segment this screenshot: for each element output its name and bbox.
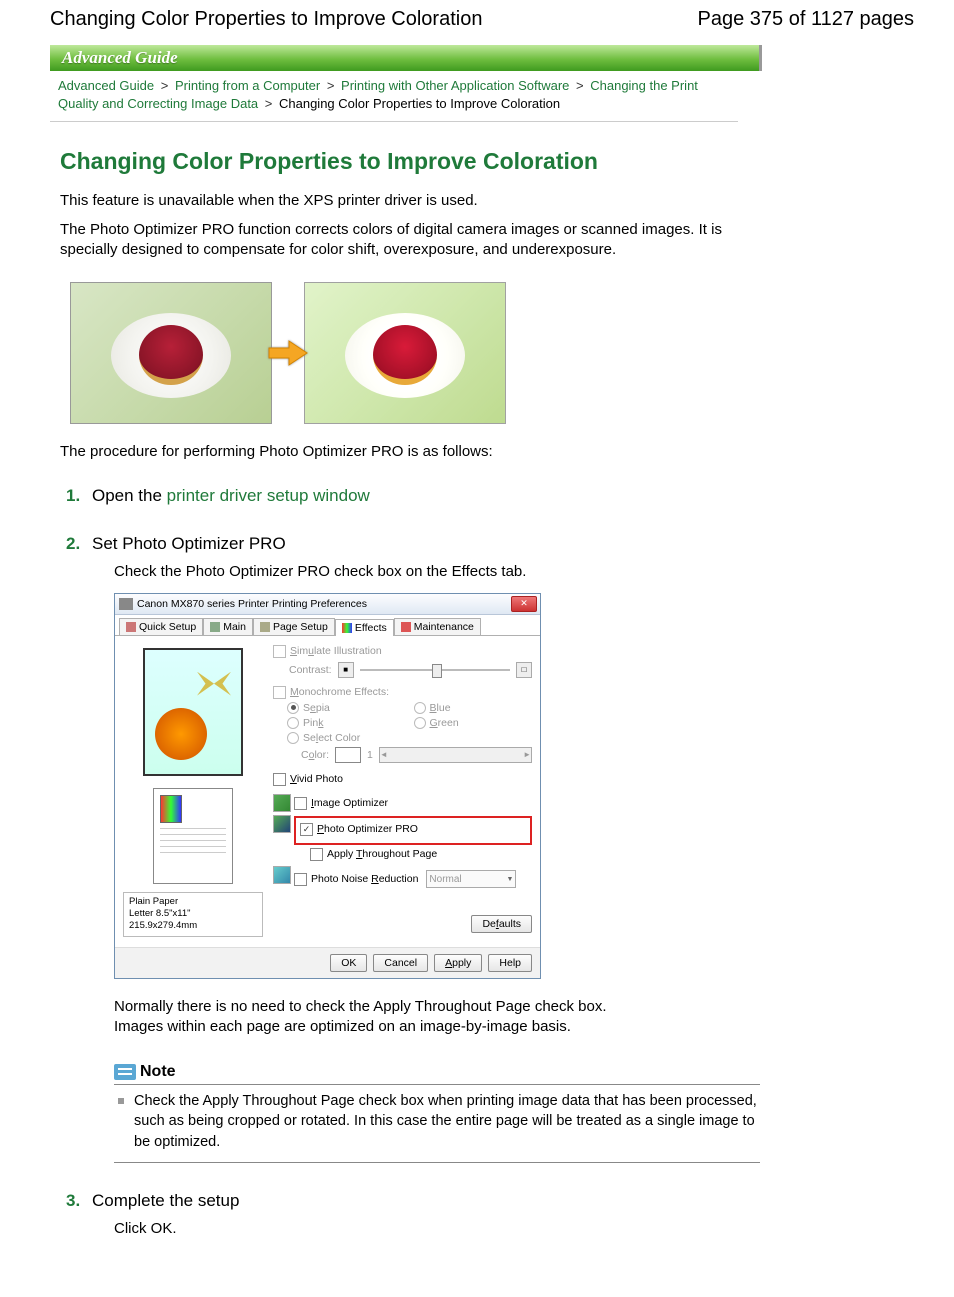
contrast-high-icon: □ <box>516 662 532 678</box>
photo-optimizer-pro-label: Photo Optimizer PRO <box>317 823 418 835</box>
step-number: 3. <box>66 1191 80 1211</box>
dialog-tabs: Quick Setup Main Page Setup Effects Main… <box>115 615 540 635</box>
noise-reduction-checkbox[interactable] <box>294 873 307 886</box>
green-label: Green <box>430 717 459 729</box>
noise-reduction-label: Photo Noise Reduction <box>311 873 418 885</box>
breadcrumb-link[interactable]: Printing with Other Application Software <box>341 78 569 93</box>
tab-effects[interactable]: Effects <box>335 619 394 636</box>
step-body: Normally there is no need to check the A… <box>92 997 760 1038</box>
page-number: Page 375 of 1127 pages <box>698 8 914 31</box>
preview-image <box>143 648 243 776</box>
before-photo <box>70 282 272 424</box>
breadcrumb-current: Changing Color Properties to Improve Col… <box>279 96 560 111</box>
tab-main[interactable]: Main <box>203 618 253 635</box>
color-scrollbar[interactable]: ◄► <box>379 747 532 763</box>
preview-page <box>153 788 233 884</box>
tab-page-setup[interactable]: Page Setup <box>253 618 335 635</box>
blue-label: Blue <box>430 702 451 714</box>
step-title: Open the printer driver setup window <box>92 486 760 506</box>
breadcrumb-sep: > <box>576 78 584 93</box>
note-item: Check the Apply Throughout Page check bo… <box>114 1091 760 1152</box>
image-optimizer-label: Image Optimizer <box>311 797 388 809</box>
apply-button[interactable]: Apply <box>434 954 482 972</box>
green-radio[interactable] <box>414 717 426 729</box>
select-color-label: Select Color <box>303 732 360 744</box>
section-heading: Changing Color Properties to Improve Col… <box>60 148 914 175</box>
image-optimizer-icon <box>273 794 291 812</box>
contrast-low-icon: ■ <box>338 662 354 678</box>
breadcrumb-sep: > <box>265 96 273 111</box>
help-button[interactable]: Help <box>488 954 532 972</box>
before-after-illustration <box>70 282 914 424</box>
pink-radio[interactable] <box>287 717 299 729</box>
note-label: Note <box>140 1063 176 1081</box>
step-body: Click OK. <box>92 1219 760 1239</box>
pink-label: Pink <box>303 717 323 729</box>
page-header-title: Changing Color Properties to Improve Col… <box>50 8 482 31</box>
dialog-title: Canon MX870 series Printer Printing Pref… <box>137 598 367 610</box>
breadcrumb-sep: > <box>161 78 169 93</box>
printer-icon <box>119 598 133 610</box>
cancel-button[interactable]: Cancel <box>373 954 428 972</box>
contrast-label: Contrast: <box>289 664 332 676</box>
photo-optimizer-pro-icon <box>273 815 291 833</box>
simulate-illustration-checkbox[interactable] <box>273 645 286 658</box>
apply-throughout-label: Apply Throughout Page <box>327 848 437 860</box>
procedure-lead: The procedure for performing Photo Optim… <box>60 442 760 462</box>
apply-throughout-checkbox[interactable] <box>310 848 323 861</box>
sepia-radio[interactable] <box>287 702 299 714</box>
breadcrumb-link[interactable]: Printing from a Computer <box>175 78 320 93</box>
color-swatch <box>335 747 361 763</box>
blue-radio[interactable] <box>414 702 426 714</box>
paper-info: Plain Paper Letter 8.5"x11" 215.9x279.4m… <box>123 892 263 937</box>
noise-reduction-icon <box>273 866 291 884</box>
simulate-illustration-label: Simulate Illustration <box>290 645 382 657</box>
breadcrumb: Advanced Guide > Printing from a Compute… <box>50 75 738 122</box>
monochrome-label: Monochrome Effects: <box>290 686 389 698</box>
noise-level-combo[interactable]: Normal▼ <box>426 870 516 888</box>
step-title: Set Photo Optimizer PRO <box>92 534 760 554</box>
step-title: Complete the setup <box>92 1191 760 1211</box>
after-photo <box>304 282 506 424</box>
breadcrumb-sep: > <box>327 78 335 93</box>
printer-driver-setup-link[interactable]: printer driver setup window <box>167 486 370 505</box>
monochrome-checkbox[interactable] <box>273 686 286 699</box>
intro-paragraph: The Photo Optimizer PRO function correct… <box>60 220 760 261</box>
select-color-radio[interactable] <box>287 732 299 744</box>
dialog-titlebar: Canon MX870 series Printer Printing Pref… <box>115 594 540 615</box>
photo-optimizer-pro-highlight: ✓ Photo Optimizer PRO <box>294 816 532 845</box>
breadcrumb-link[interactable]: Advanced Guide <box>58 78 154 93</box>
arrow-icon <box>267 338 309 368</box>
vivid-photo-checkbox[interactable] <box>273 773 286 786</box>
vivid-photo-label: Vivid Photo <box>290 773 343 785</box>
step-number: 2. <box>66 534 80 554</box>
note-icon <box>114 1064 136 1080</box>
intro-paragraph: This feature is unavailable when the XPS… <box>60 191 760 211</box>
sepia-label: Sepia <box>303 702 330 714</box>
image-optimizer-checkbox[interactable] <box>294 797 307 810</box>
close-button[interactable]: ✕ <box>511 596 537 612</box>
defaults-button[interactable]: Defaults <box>471 915 532 933</box>
step-number: 1. <box>66 486 80 506</box>
preferences-dialog: Canon MX870 series Printer Printing Pref… <box>114 593 541 979</box>
advanced-guide-banner: Advanced Guide <box>50 45 762 71</box>
color-label: Color: <box>301 749 329 761</box>
ok-button[interactable]: OK <box>330 954 367 972</box>
contrast-slider[interactable] <box>360 669 510 671</box>
tab-quick-setup[interactable]: Quick Setup <box>119 618 203 635</box>
tab-maintenance[interactable]: Maintenance <box>394 618 481 635</box>
step-body: Check the Photo Optimizer PRO check box … <box>92 562 760 582</box>
photo-optimizer-pro-checkbox[interactable]: ✓ <box>300 823 313 836</box>
color-value: 1 <box>367 749 373 761</box>
